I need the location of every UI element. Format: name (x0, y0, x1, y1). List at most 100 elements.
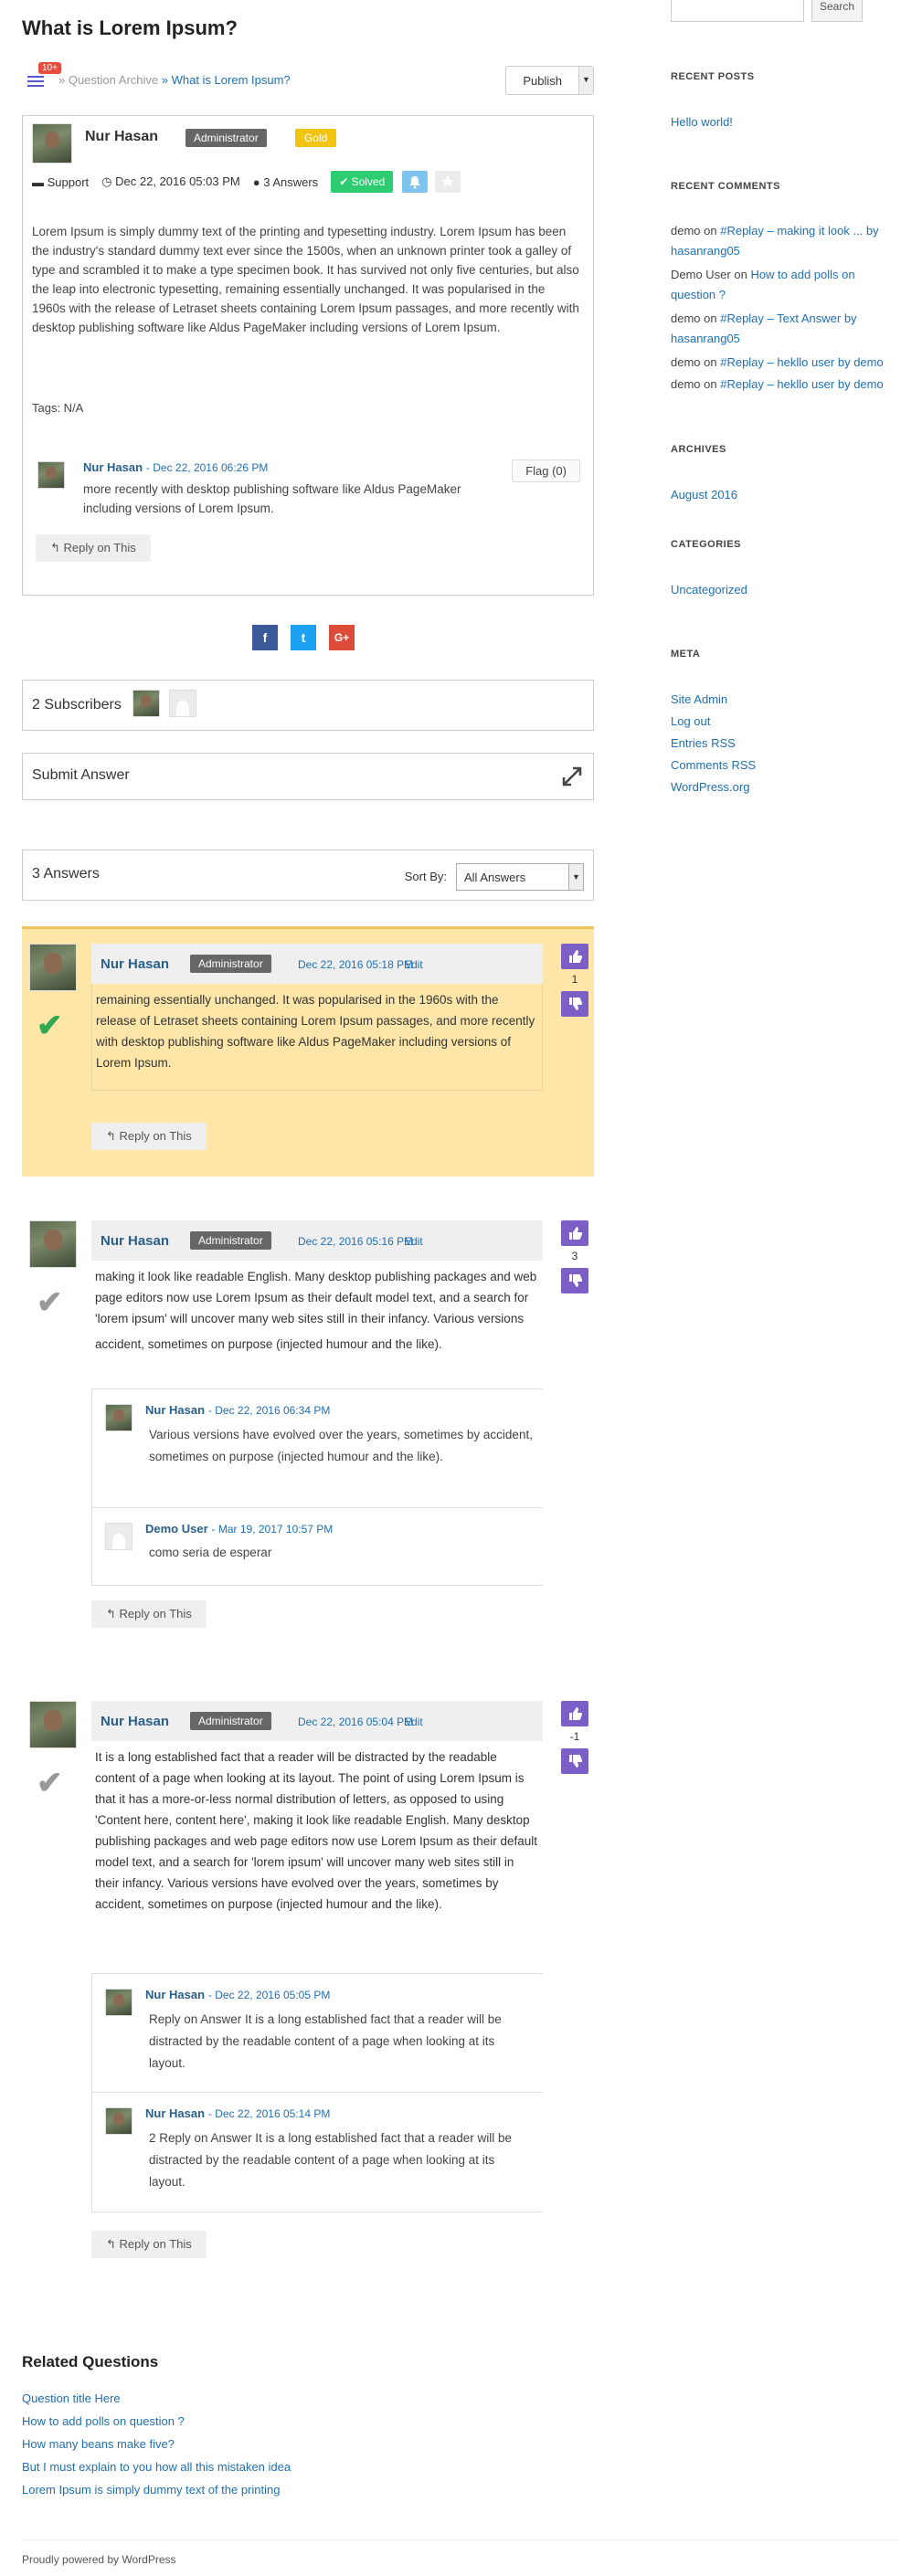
check-icon: ✔ (339, 175, 352, 188)
related-question-link[interactable]: How to add polls on question ? (22, 2414, 185, 2428)
submit-answer-panel[interactable]: Submit Answer (22, 753, 594, 800)
page-title: What is Lorem Ipsum? (22, 16, 238, 39)
vote-down-button[interactable] (561, 991, 588, 1017)
related-question-link[interactable]: Question title Here (22, 2391, 121, 2405)
edit-link[interactable]: Edit (404, 1716, 423, 1728)
google-share-button[interactable]: G+ (329, 625, 355, 650)
meta-link-wordpress[interactable]: WordPress.org (671, 780, 749, 794)
twitter-share-button[interactable]: t (291, 625, 316, 650)
chevron-down-icon: ▼ (578, 67, 593, 94)
accept-check-icon[interactable]: ✔ (37, 1284, 63, 1321)
thumbs-up-icon (569, 950, 582, 963)
comment-avatar[interactable] (37, 461, 65, 489)
comment-author[interactable]: Nur Hasan (83, 460, 143, 474)
question-author[interactable]: Nur Hasan (85, 129, 158, 145)
archive-link[interactable]: August 2016 (671, 488, 737, 501)
category-link[interactable]: Uncategorized (671, 583, 747, 596)
answer-body-tail: accident, sometimes on purpose (injected… (91, 1334, 543, 1355)
reply-icon: ↰ (106, 1607, 120, 1621)
recent-posts-title: RECENT POSTS (671, 71, 755, 82)
answer-author[interactable]: Nur Hasan (101, 956, 169, 972)
comment-text: more recently with desktop publishing so… (83, 482, 461, 515)
reply-icon: ↰ (50, 541, 64, 554)
author-avatar[interactable] (32, 123, 72, 164)
menu-icon[interactable]: 10+ (24, 62, 61, 95)
meta-link-comments-rss[interactable]: Comments RSS (671, 758, 756, 772)
reply-button[interactable]: ↰ Reply on This (91, 1600, 207, 1628)
answer-author[interactable]: Nur Hasan (101, 1233, 169, 1249)
accepted-check-icon[interactable]: ✔ (37, 1008, 63, 1044)
thumbs-up-icon (569, 1707, 582, 1720)
answer-date: Dec 22, 2016 05:18 PM (298, 958, 414, 971)
facebook-share-button[interactable]: f (252, 625, 278, 650)
vote-down-button[interactable] (561, 1748, 588, 1774)
search-button[interactable]: Search (811, 0, 863, 22)
vote-up-button[interactable] (561, 1220, 588, 1246)
subscriber-avatar[interactable] (169, 690, 196, 717)
recent-comment: demo on #Replay – hekllo user by demo (671, 355, 884, 369)
reply-icon: ↰ (106, 1129, 120, 1143)
comment-author[interactable]: Nur Hasan (145, 1403, 205, 1417)
answer-avatar[interactable] (29, 1220, 77, 1268)
answer-avatar[interactable] (29, 1701, 77, 1748)
comment-avatar[interactable] (105, 1989, 132, 2016)
star-icon (441, 175, 455, 187)
breadcrumb-current-link[interactable]: » What is Lorem Ipsum? (162, 73, 291, 87)
breadcrumb-archive-link[interactable]: » Question Archive (58, 73, 158, 87)
chevron-down-icon: ▼ (568, 864, 583, 890)
reply-button[interactable]: ↰ Reply on This (36, 534, 151, 562)
archives-title: ARCHIVES (671, 444, 726, 455)
favorite-star-button[interactable] (435, 171, 461, 193)
vote-up-button[interactable] (561, 944, 588, 969)
expand-icon[interactable] (560, 765, 584, 788)
related-question-link[interactable]: Lorem Ipsum is simply dummy text of the … (22, 2483, 281, 2497)
comment-author[interactable]: Nur Hasan (145, 1988, 205, 2001)
comment-text: como seria de esperar (149, 1546, 272, 1559)
search-input[interactable] (671, 0, 804, 22)
subscribers-panel: 2 Subscribers (22, 680, 594, 731)
recent-comment: demo on #Replay – making it look ... by … (671, 224, 879, 258)
reply-button[interactable]: ↰ Reply on This (91, 1123, 207, 1150)
vote-down-button[interactable] (561, 1268, 588, 1293)
answer-body: It is a long established fact that a rea… (95, 1750, 538, 1911)
recent-comment-link[interactable]: #Replay – hekllo user by demo (720, 377, 884, 391)
answer-avatar[interactable] (29, 944, 77, 991)
vote-count: -1 (569, 1730, 580, 1743)
related-question-link[interactable]: How many beans make five? (22, 2437, 175, 2451)
flag-button[interactable]: Flag (0) (512, 459, 580, 482)
answer-comment: Nur Hasan - Dec 22, 2016 05:05 PM Reply … (91, 1973, 543, 2092)
subscriber-avatar[interactable] (132, 690, 160, 717)
reply-button[interactable]: ↰ Reply on This (91, 2231, 207, 2258)
subscribe-bell-button[interactable] (402, 171, 429, 193)
recent-comment: demo on #Replay – hekllo user by demo (671, 377, 884, 391)
recent-comment-link[interactable]: #Replay – hekllo user by demo (720, 355, 884, 369)
publish-dropdown[interactable]: Publish ▼ (505, 66, 594, 95)
bell-icon (409, 176, 421, 189)
edit-link[interactable]: Edit (404, 958, 423, 971)
role-badge: Administrator (190, 1712, 271, 1730)
answer-header: Nur Hasan Administrator Dec 22, 2016 05:… (91, 944, 543, 984)
comment-avatar[interactable] (105, 1523, 132, 1550)
edit-link[interactable]: Edit (404, 1235, 423, 1248)
clock-icon: ◷ (101, 174, 116, 188)
answer-date: Dec 22, 2016 05:04 PM (298, 1716, 414, 1728)
related-title: Related Questions (22, 2353, 159, 2370)
answer: ✔ Nur Hasan Administrator Dec 22, 2016 0… (22, 1686, 594, 2271)
recent-post-link[interactable]: Hello world! (671, 115, 733, 129)
reply-icon: ↰ (106, 2237, 120, 2251)
comment-avatar[interactable] (105, 2107, 132, 2135)
comment-author[interactable]: Nur Hasan (145, 2106, 205, 2120)
meta-link-site-admin[interactable]: Site Admin (671, 692, 727, 706)
thumbs-up-icon (569, 1227, 582, 1240)
comment-author[interactable]: Demo User (145, 1522, 208, 1536)
vote-up-button[interactable] (561, 1701, 588, 1726)
answer-author[interactable]: Nur Hasan (101, 1714, 169, 1729)
meta-link-entries-rss[interactable]: Entries RSS (671, 736, 736, 750)
meta-link-logout[interactable]: Log out (671, 714, 710, 728)
category[interactable]: ▬ Support (32, 175, 89, 189)
accept-check-icon[interactable]: ✔ (37, 1765, 63, 1801)
related-question-link[interactable]: But I must explain to you how all this m… (22, 2460, 291, 2474)
comment-avatar[interactable] (105, 1404, 132, 1431)
breadcrumb: » Question Archive » What is Lorem Ipsum… (58, 73, 291, 87)
sort-select[interactable]: All Answers ▼ (456, 863, 584, 891)
